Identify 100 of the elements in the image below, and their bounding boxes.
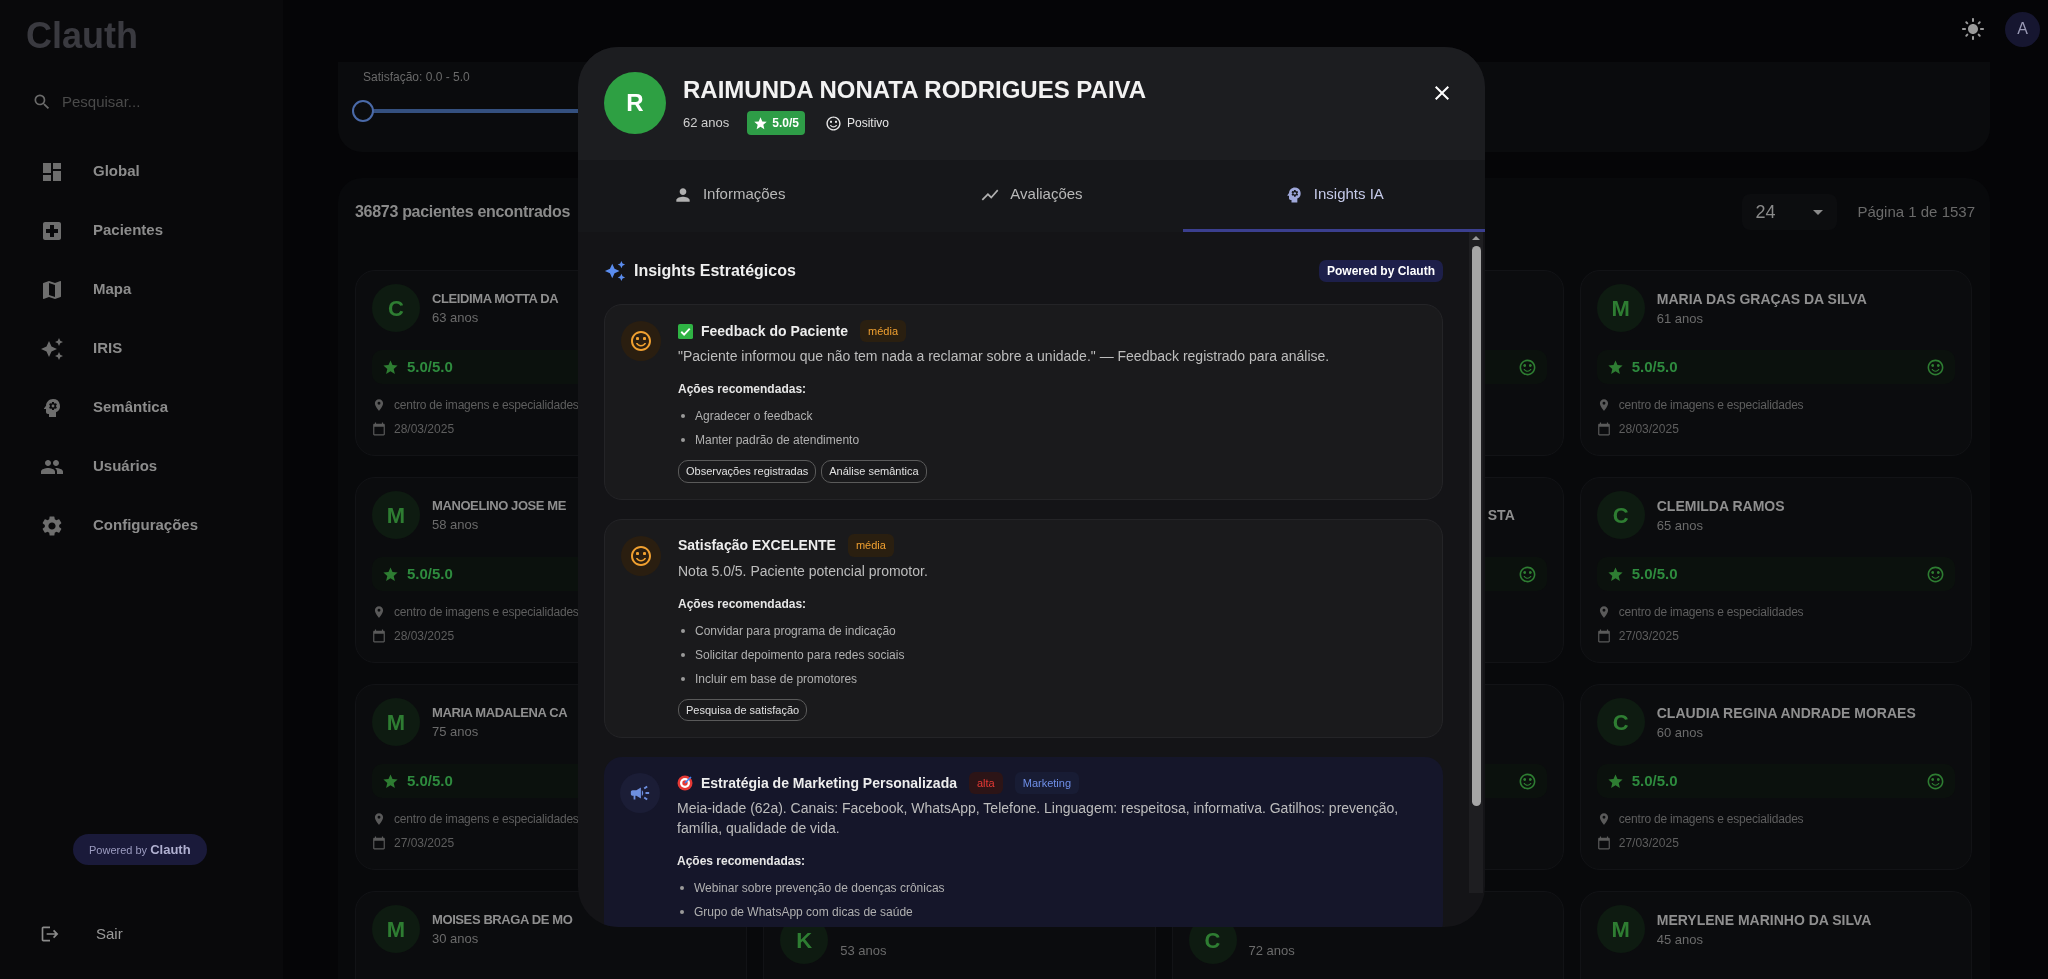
patient-age: 45 anos: [1656, 932, 1704, 946]
patient-age: 63 anos: [432, 311, 480, 324]
unit-name: centro de imagens e especialidades: [1618, 811, 1804, 828]
nav-item[interactable]: Global: [0, 142, 283, 201]
caret-icon: [1813, 209, 1824, 215]
tab[interactable]: Avaliações: [880, 160, 1183, 232]
patient-age: 61 anos: [1656, 311, 1704, 325]
visit-date: 28/03/2025: [394, 628, 455, 645]
patient-card[interactable]: M MARIA DAS GRAÇAS DA SILVA 61 anos 5.0/5.0 centro de imagens e especialidades 28/03/2025: [1579, 270, 1972, 456]
smiley-icon: [621, 321, 661, 361]
patient-age: 65 anos: [1656, 518, 1704, 532]
star-icon: [382, 358, 399, 376]
avatar: C: [1596, 491, 1645, 539]
rating-value: 5.0/5.0: [407, 356, 453, 377]
rating-value: 5.0/5.0: [407, 563, 453, 584]
search-field[interactable]: Pesquisar...: [62, 90, 242, 114]
star-icon: [1606, 565, 1624, 583]
patient-avatar: R: [604, 72, 666, 134]
settings-icon: [40, 513, 64, 538]
calendar-icon: [372, 629, 386, 643]
rating-value: 5.0/5.0: [407, 770, 453, 791]
calendar-icon: [1596, 629, 1611, 643]
patient-age: 62 anos: [683, 114, 730, 133]
unit-name: centro de imagens e especialidades: [394, 397, 579, 414]
visit-date: 28/03/2025: [1618, 421, 1679, 438]
patient-name: MOISES BRAGA DE MO: [432, 913, 573, 926]
avatar: M: [372, 698, 420, 746]
visit-date: 27/03/2025: [394, 835, 455, 852]
calendar-icon: [372, 836, 386, 850]
user-avatar[interactable]: A: [2005, 11, 2040, 47]
sentiment-label: Positivo: [846, 115, 889, 132]
visit-date: 27/03/2025: [1618, 628, 1679, 645]
avatar: M: [1596, 284, 1645, 332]
tab[interactable]: Informações: [578, 160, 881, 232]
slider-label: Satisfação: 0.0 - 5.0: [363, 70, 470, 84]
unit-name: centro de imagens e especialidades: [394, 604, 579, 621]
priority-badge: média: [847, 534, 894, 557]
nav-item[interactable]: Configurações: [0, 496, 283, 555]
powered-by-badge: Powered by Clauth: [73, 834, 207, 865]
calendar-icon: [1596, 836, 1611, 850]
patient-card[interactable]: C CLAUDIA REGINA ANDRADE MORAES 60 anos 5.0/5.0 centro de imagens e especialidades 27/03/2025: [1579, 684, 1972, 870]
patient-age: 72 anos: [1248, 943, 1295, 957]
calendar-icon: [372, 422, 386, 436]
tag: Pesquisa de satisfação: [678, 698, 808, 721]
avatar: M: [372, 905, 420, 953]
avatar: C: [372, 284, 420, 332]
rating-value: 5.0/5.0: [1631, 770, 1678, 791]
rating-value: 5.0/5.0: [1631, 563, 1678, 584]
unit-name: centro de imagens e especialidades: [1618, 397, 1804, 414]
avatar: M: [1596, 905, 1645, 953]
nav-item[interactable]: Semântica: [0, 378, 283, 437]
calendar-icon: [1596, 422, 1611, 436]
sun-icon[interactable]: [1961, 17, 1985, 41]
nav-item[interactable]: Pacientes: [0, 201, 283, 260]
patient-name: CLEIDIMA MOTTA DA: [432, 292, 559, 305]
priority-badge: média: [860, 319, 907, 343]
tag: Observações registradas: [678, 460, 817, 483]
results-count: 36873 pacientes encontrados: [355, 202, 571, 222]
patient-name: CLAUDIA REGINA ANDRADE MORAES: [1656, 705, 1916, 720]
location-pin-icon: [372, 398, 386, 412]
location-pin-icon: [372, 812, 386, 826]
logout-button[interactable]: Sair: [0, 919, 135, 949]
page-indicator: Página 1 de 1537: [1857, 201, 1975, 222]
smiley-icon: [824, 114, 842, 132]
nav-item[interactable]: Mapa: [0, 260, 283, 319]
rating-value: 5.0/5.0: [1631, 356, 1678, 377]
patient-name: MARIA MADALENA CA: [432, 706, 568, 719]
patient-age: 58 anos: [432, 518, 480, 531]
megaphone-icon: [620, 773, 660, 813]
category-badge: Marketing: [1014, 771, 1080, 795]
visit-date: 28/03/2025: [394, 421, 455, 438]
scrollbar[interactable]: [1469, 232, 1483, 893]
page-size-select[interactable]: 24: [1742, 194, 1838, 230]
star-icon: [382, 772, 399, 790]
unit-name: centro de imagens e especialidades: [1618, 604, 1804, 621]
rating-badge: 5.0/5: [747, 111, 805, 135]
tag: Análise semântica: [821, 460, 927, 483]
slider-thumb[interactable]: [352, 100, 374, 122]
patient-card[interactable]: M MERYLENE MARINHO DA SILVA 45 anos: [1579, 891, 1972, 979]
target-icon: [677, 775, 693, 791]
search-icon: [32, 92, 52, 112]
star-icon: [382, 565, 399, 583]
avatar: M: [372, 491, 420, 539]
powered-by-badge: Powered by Clauth: [1318, 260, 1443, 282]
patient-name: MERYLENE MARINHO DA SILVA: [1656, 912, 1872, 927]
patient-name: RAIMUNDA NONATA RODRIGUES PAIVA: [683, 75, 1147, 105]
avatar: C: [1596, 698, 1645, 746]
patient-age: 60 anos: [1656, 725, 1704, 739]
patient-age: 53 anos: [840, 943, 887, 957]
nav-item[interactable]: IRIS: [0, 319, 283, 378]
visit-date: 27/03/2025: [1618, 835, 1679, 852]
patient-age: 30 anos: [432, 932, 480, 945]
patient-name: MANOELINO JOSE ME: [432, 499, 567, 512]
nav-item[interactable]: Usuários: [0, 437, 283, 496]
tab[interactable]: Insights IA: [1182, 160, 1485, 232]
patient-name: CLEMILDA RAMOS: [1656, 498, 1785, 513]
patient-card[interactable]: C CLEMILDA RAMOS 65 anos 5.0/5.0 centro de imagens e especialidades 27/03/2025: [1579, 477, 1972, 663]
sparkles-icon: [604, 260, 626, 282]
patient-name: MARIA DAS GRAÇAS DA SILVA: [1656, 291, 1867, 306]
scroll-up-icon: [1472, 236, 1480, 240]
